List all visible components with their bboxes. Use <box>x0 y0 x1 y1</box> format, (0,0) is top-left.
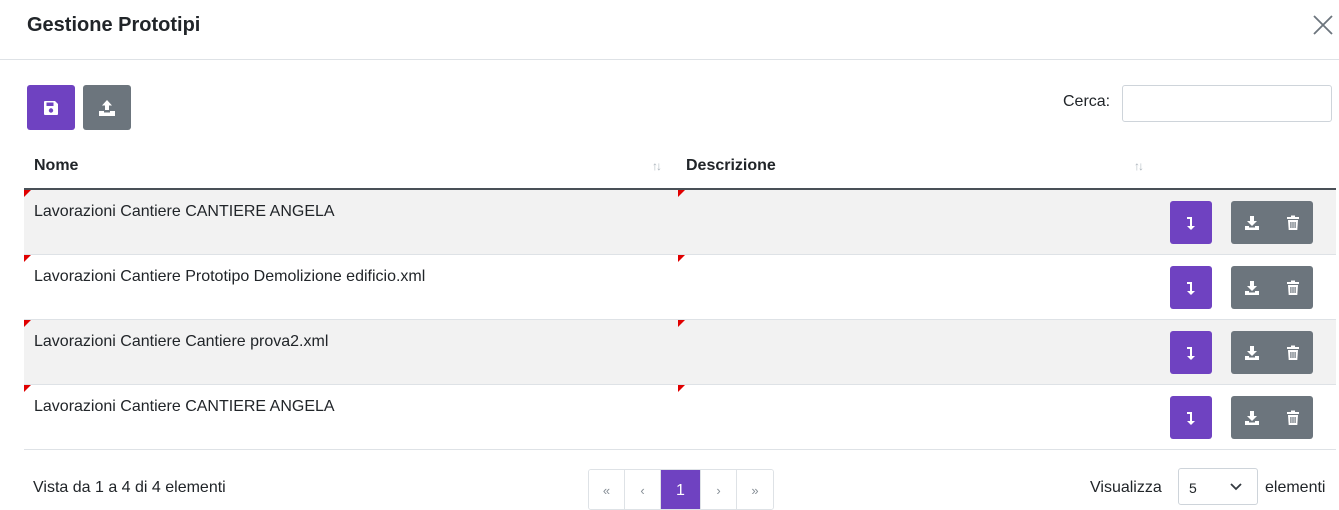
cell-nome: Lavorazioni Cantiere Cantiere prova2.xml <box>34 333 329 350</box>
import-arrow-icon <box>1187 346 1195 360</box>
page-first-button[interactable]: « <box>589 470 625 509</box>
chevron-down-icon <box>1230 483 1242 491</box>
row-action-group <box>1231 266 1313 309</box>
cell-nome: Lavorazioni Cantiere CANTIERE ANGELA <box>34 203 335 220</box>
cell-marker <box>24 320 31 327</box>
cell-marker <box>24 255 31 262</box>
import-button[interactable] <box>1170 266 1212 309</box>
page-length-value: 5 <box>1189 480 1197 496</box>
download-button[interactable] <box>1231 266 1272 309</box>
page-prev-button[interactable]: ‹ <box>625 470 661 509</box>
table-row: Lavorazioni Cantiere Prototipo Demolizio… <box>24 255 1336 320</box>
trash-icon <box>1286 215 1299 230</box>
search-label: Cerca: <box>1063 93 1111 110</box>
cell-marker <box>678 385 685 392</box>
page-last-button[interactable]: » <box>737 470 773 509</box>
table-row: Lavorazioni Cantiere Cantiere prova2.xml <box>24 320 1336 385</box>
download-icon <box>1244 410 1259 425</box>
download-icon <box>1244 280 1259 295</box>
download-button[interactable] <box>1231 201 1272 244</box>
table-row: Lavorazioni Cantiere CANTIERE ANGELA <box>24 385 1336 450</box>
download-icon <box>1244 345 1259 360</box>
download-icon <box>1244 215 1259 230</box>
cell-nome: Lavorazioni Cantiere CANTIERE ANGELA <box>34 398 335 415</box>
trash-icon <box>1286 345 1299 360</box>
cell-marker <box>678 255 685 262</box>
close-icon[interactable] <box>1310 12 1336 38</box>
cell-marker <box>678 320 685 327</box>
table-row: Lavorazioni Cantiere CANTIERE ANGELA <box>24 190 1336 255</box>
modal-title: Gestione Prototipi <box>27 14 201 36</box>
cell-marker <box>24 385 31 392</box>
sort-icon[interactable]: ↑↓ <box>652 159 662 173</box>
import-arrow-icon <box>1187 216 1195 230</box>
row-action-group <box>1231 201 1313 244</box>
row-action-group <box>1231 331 1313 374</box>
download-button[interactable] <box>1231 396 1272 439</box>
table-header: Nome ↑↓ Descrizione ↑↓ <box>24 143 1336 190</box>
cell-marker <box>678 190 685 197</box>
upload-icon <box>99 99 115 116</box>
prototypes-table: Nome ↑↓ Descrizione ↑↓ Lavorazioni Canti… <box>24 143 1336 450</box>
column-header-nome[interactable]: Nome <box>34 157 78 175</box>
upload-button[interactable] <box>83 85 131 130</box>
page-length-suffix: elementi <box>1265 479 1326 496</box>
search-input[interactable] <box>1122 85 1332 122</box>
column-header-descrizione[interactable]: Descrizione <box>686 157 776 175</box>
cell-marker <box>24 190 31 197</box>
import-button[interactable] <box>1170 201 1212 244</box>
page-length-label: Visualizza <box>1090 479 1162 496</box>
delete-button[interactable] <box>1272 331 1313 374</box>
floppy-disk-icon <box>44 100 58 115</box>
delete-button[interactable] <box>1272 201 1313 244</box>
import-button[interactable] <box>1170 396 1212 439</box>
page-1-button[interactable]: 1 <box>661 470 701 509</box>
page-length-select[interactable]: 5 <box>1178 468 1258 505</box>
import-button[interactable] <box>1170 331 1212 374</box>
modal-header: Gestione Prototipi <box>0 0 1339 60</box>
import-arrow-icon <box>1187 411 1195 425</box>
table-info: Vista da 1 a 4 di 4 elementi <box>33 479 226 496</box>
row-action-group <box>1231 396 1313 439</box>
trash-icon <box>1286 280 1299 295</box>
download-button[interactable] <box>1231 331 1272 374</box>
cell-nome: Lavorazioni Cantiere Prototipo Demolizio… <box>34 268 426 285</box>
delete-button[interactable] <box>1272 266 1313 309</box>
import-arrow-icon <box>1187 281 1195 295</box>
sort-icon[interactable]: ↑↓ <box>1134 159 1144 173</box>
delete-button[interactable] <box>1272 396 1313 439</box>
pagination: « ‹ 1 › » <box>588 469 774 510</box>
page-next-button[interactable]: › <box>701 470 737 509</box>
trash-icon <box>1286 410 1299 425</box>
save-button[interactable] <box>27 85 75 130</box>
